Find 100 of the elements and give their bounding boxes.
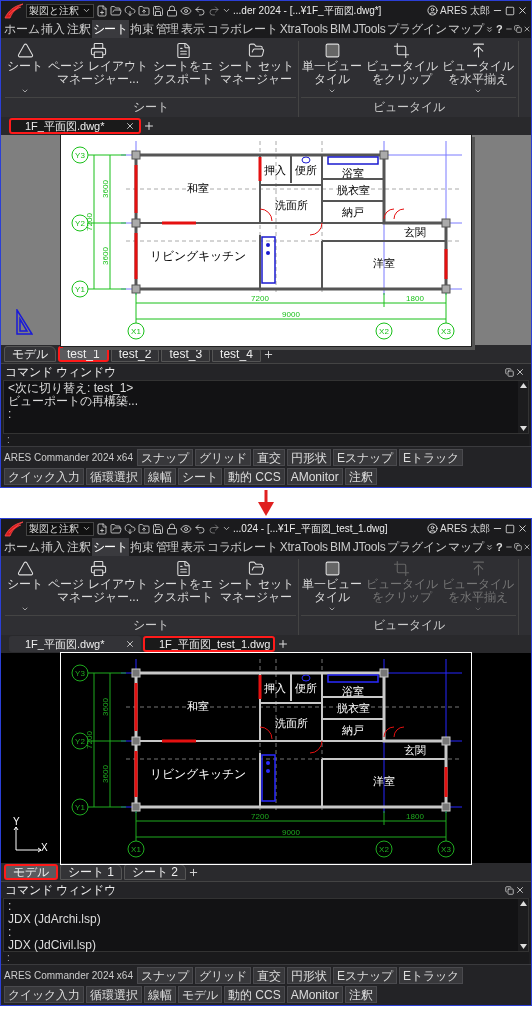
scroll-down-icon[interactable]: [519, 426, 527, 431]
restore-icon[interactable]: [513, 25, 522, 33]
status-toggle-button[interactable]: グリッド: [194, 967, 251, 984]
ribbon-tool-button[interactable]: 単一ビュータイル: [301, 41, 363, 96]
layout-tab[interactable]: モデル: [4, 864, 58, 880]
save-icon[interactable]: [152, 4, 164, 17]
close-icon[interactable]: [125, 121, 135, 131]
folder-upload-icon[interactable]: [138, 522, 150, 535]
maximize-icon[interactable]: [505, 523, 515, 534]
user-name[interactable]: ARES 太郎: [440, 521, 490, 536]
status-toggle-button[interactable]: 注釈: [344, 986, 377, 1003]
add-tab-icon[interactable]: [188, 866, 200, 878]
cloud-icon[interactable]: [124, 522, 136, 535]
status-toggle-button[interactable]: 動的 CCS: [224, 468, 285, 485]
status-toggle-button[interactable]: Eトラック: [399, 967, 463, 984]
collapse-icon[interactable]: [484, 24, 494, 34]
ribbon-tab[interactable]: BIM: [328, 538, 352, 556]
ribbon-tab[interactable]: シート: [91, 20, 130, 38]
ribbon-tab[interactable]: 管理: [154, 538, 181, 556]
status-toggle-button[interactable]: 注釈: [344, 468, 377, 485]
close-icon[interactable]: [125, 639, 135, 649]
ribbon-tool-button[interactable]: ページ レイアウト マネージャー...: [46, 41, 150, 96]
redo-icon[interactable]: [208, 522, 220, 535]
ribbon-tab[interactable]: ホーム: [3, 538, 41, 556]
restore-icon[interactable]: [505, 885, 514, 895]
lock-icon[interactable]: [166, 4, 178, 17]
ribbon-tool-button[interactable]: シート セット マネージャー: [216, 41, 296, 96]
scroll-up-icon[interactable]: [519, 383, 527, 388]
status-toggle-button[interactable]: 動的 CCS: [224, 986, 285, 1003]
ribbon-tab[interactable]: XtraTools: [278, 538, 329, 556]
lock-icon[interactable]: [166, 522, 178, 535]
ribbon-tool-button[interactable]: ビュータイルを水平揃え: [440, 41, 516, 96]
add-tab-icon[interactable]: [262, 348, 274, 360]
close-icon[interactable]: [517, 523, 528, 534]
status-toggle-button[interactable]: スナップ: [136, 967, 193, 984]
ribbon-tab[interactable]: 挿入: [40, 538, 66, 556]
new-file-icon[interactable]: [96, 4, 108, 17]
restore-icon[interactable]: [505, 367, 514, 377]
status-toggle-button[interactable]: Eトラック: [399, 449, 463, 466]
caret-icon[interactable]: [222, 524, 231, 533]
add-tab-icon[interactable]: [277, 638, 289, 650]
ribbon-tab[interactable]: ホーム: [3, 20, 41, 38]
folder-icon[interactable]: [110, 4, 122, 17]
status-toggle-button[interactable]: 円形状: [286, 449, 331, 466]
ribbon-tool-button[interactable]: シート セット マネージャー: [216, 559, 296, 614]
ribbon-tab[interactable]: 拘束: [129, 538, 155, 556]
ribbon-tab[interactable]: 表示: [180, 538, 206, 556]
close-icon[interactable]: [522, 543, 531, 551]
status-toggle-button[interactable]: スナップ: [136, 449, 193, 466]
redo-icon[interactable]: [208, 4, 220, 17]
ribbon-tool-button[interactable]: シートをエクスポート: [151, 559, 215, 614]
ribbon-tab[interactable]: コラボレート: [205, 538, 279, 556]
ribbon-tool-button[interactable]: 単一ビュータイル: [301, 559, 363, 614]
ribbon-tab[interactable]: BIM: [328, 20, 352, 38]
document-tab[interactable]: 1F_平面図_test_1.dwg: [143, 636, 275, 652]
undo-icon[interactable]: [194, 522, 206, 535]
ribbon-tab[interactable]: プラグイン: [386, 538, 448, 556]
ribbon-tab[interactable]: 挿入: [40, 20, 66, 38]
eye-icon[interactable]: [180, 4, 192, 17]
ribbon-tab[interactable]: 拘束: [129, 20, 155, 38]
layout-tab[interactable]: モデル: [4, 346, 56, 362]
add-tab-icon[interactable]: [143, 120, 155, 132]
document-tab[interactable]: 1F_平面図.dwg*: [9, 636, 141, 652]
status-toggle-button[interactable]: クイック入力: [4, 468, 84, 485]
command-input[interactable]: :: [3, 952, 529, 964]
status-toggle-button[interactable]: 循環選択: [86, 468, 142, 485]
folder-upload-icon[interactable]: [138, 4, 150, 17]
document-tab[interactable]: 1F_平面図.dwg*: [9, 118, 141, 134]
status-toggle-button[interactable]: グリッド: [194, 449, 251, 466]
close-icon[interactable]: [517, 5, 528, 16]
ribbon-tab[interactable]: 管理: [154, 20, 181, 38]
ribbon-tab[interactable]: シート: [91, 538, 130, 556]
ribbon-tab[interactable]: JTools: [351, 20, 387, 38]
close-icon[interactable]: [515, 885, 525, 895]
ribbon-tab[interactable]: マップ: [447, 538, 485, 556]
close-icon[interactable]: [522, 25, 531, 33]
help-button[interactable]: ?: [494, 23, 504, 35]
status-toggle-button[interactable]: Eスナップ: [332, 449, 397, 466]
status-toggle-button[interactable]: クイック入力: [4, 986, 84, 1003]
undo-icon[interactable]: [194, 4, 206, 17]
status-toggle-button[interactable]: AMonitor: [286, 468, 343, 485]
maximize-icon[interactable]: [505, 5, 515, 16]
workspace-dropdown[interactable]: 製図と注釈: [26, 521, 94, 536]
ribbon-tab[interactable]: プラグイン: [386, 20, 448, 38]
status-toggle-button[interactable]: 直交: [252, 449, 285, 466]
status-toggle-button[interactable]: 循環選択: [86, 986, 142, 1003]
ribbon-tool-button[interactable]: ページ レイアウト マネージャー...: [46, 559, 150, 614]
new-file-icon[interactable]: [96, 522, 108, 535]
restore-icon[interactable]: [513, 543, 522, 551]
ribbon-tab[interactable]: XtraTools: [278, 20, 329, 38]
eye-icon[interactable]: [180, 522, 192, 535]
scroll-down-icon[interactable]: [519, 944, 527, 949]
ribbon-tool-button[interactable]: シートをエクスポート: [151, 41, 215, 96]
status-toggle-button[interactable]: シート: [178, 468, 222, 485]
save-icon[interactable]: [152, 522, 164, 535]
ribbon-tool-button[interactable]: ビュータイルをクリップ: [364, 41, 439, 96]
ribbon-tab[interactable]: マップ: [447, 20, 485, 38]
status-toggle-button[interactable]: 円形状: [286, 967, 331, 984]
ribbon-tab[interactable]: JTools: [351, 538, 387, 556]
ribbon-tab[interactable]: 注釈: [66, 20, 92, 38]
